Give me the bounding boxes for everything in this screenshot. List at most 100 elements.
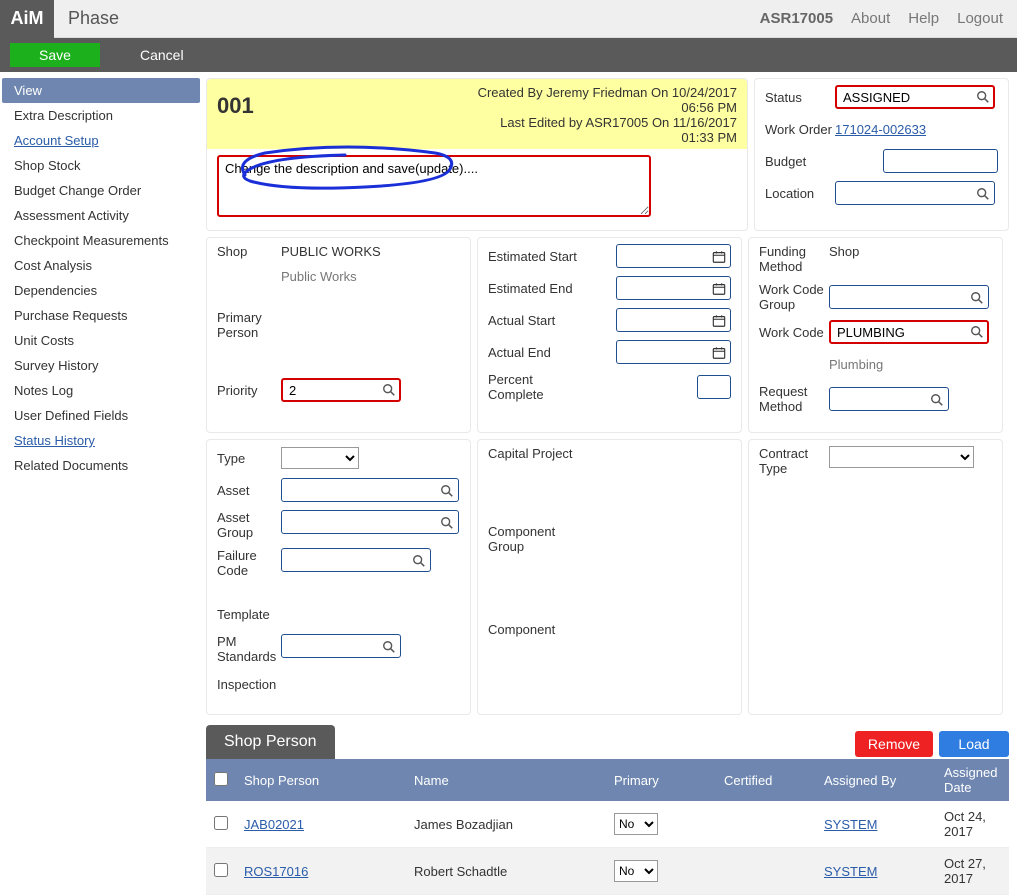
est-start-date[interactable] xyxy=(616,244,731,268)
select-all-checkbox[interactable] xyxy=(214,772,228,786)
sidebar-item[interactable]: Checkpoint Measurements xyxy=(2,228,200,253)
asset-lookup[interactable] xyxy=(281,478,459,502)
shop-person-link[interactable]: ROS17016 xyxy=(244,864,308,879)
type-select[interactable] xyxy=(281,447,359,469)
budget-input[interactable] xyxy=(883,149,998,173)
wcg-input[interactable] xyxy=(829,285,989,309)
sidebar-item[interactable]: Budget Change Order xyxy=(2,178,200,203)
budget-lookup[interactable] xyxy=(883,149,998,173)
about-link[interactable]: About xyxy=(851,10,890,27)
app-logo: AiM xyxy=(0,0,54,38)
row-checkbox[interactable] xyxy=(214,863,228,877)
search-icon[interactable] xyxy=(382,638,396,654)
pm-standards-label: PM Standards xyxy=(217,634,281,664)
sidebar-item[interactable]: User Defined Fields xyxy=(2,403,200,428)
logo-text-b: M xyxy=(29,8,44,29)
sidebar-view-header[interactable]: View xyxy=(2,78,200,103)
failure-lookup[interactable] xyxy=(281,548,431,572)
description-input[interactable] xyxy=(217,155,651,217)
search-icon[interactable] xyxy=(382,381,396,397)
calendar-icon[interactable] xyxy=(712,280,726,296)
search-icon[interactable] xyxy=(976,88,990,104)
sidebar-item[interactable]: Shop Stock xyxy=(2,153,200,178)
act-end-date[interactable] xyxy=(616,340,731,364)
location-input[interactable] xyxy=(835,181,995,205)
wc-input[interactable] xyxy=(829,320,989,344)
req-method-label: Request Method xyxy=(759,384,829,414)
logout-link[interactable]: Logout xyxy=(957,10,1003,27)
header-panel: 001 Created By Jeremy Friedman On 10/24/… xyxy=(206,78,748,231)
save-button[interactable]: Save xyxy=(10,43,100,67)
search-icon[interactable] xyxy=(440,514,454,530)
primary-select[interactable]: No xyxy=(614,813,658,835)
priority-label: Priority xyxy=(217,383,281,398)
search-icon[interactable] xyxy=(976,185,990,201)
status-lookup[interactable] xyxy=(835,85,995,109)
capital-label: Capital Project xyxy=(488,446,578,461)
pm-standards-lookup[interactable] xyxy=(281,634,401,658)
req-method-lookup[interactable] xyxy=(829,387,949,411)
remove-button[interactable]: Remove xyxy=(855,731,933,757)
cancel-button[interactable]: Cancel xyxy=(140,47,184,63)
col-certified: Certified xyxy=(716,759,816,801)
failure-input[interactable] xyxy=(281,548,431,572)
row-name: James Bozadjian xyxy=(406,801,606,848)
pct-complete-input[interactable] xyxy=(697,375,731,399)
sidebar-item[interactable]: Survey History xyxy=(2,353,200,378)
sidebar-item[interactable]: Assessment Activity xyxy=(2,203,200,228)
location-lookup[interactable] xyxy=(835,181,995,205)
calendar-icon[interactable] xyxy=(712,312,726,328)
assigned-by-link[interactable]: SYSTEM xyxy=(824,817,877,832)
help-link[interactable]: Help xyxy=(908,10,939,27)
table-row: JAB02021James BozadjianNoSYSTEMOct 24, 2… xyxy=(206,801,1009,848)
shop-person-link[interactable]: JAB02021 xyxy=(244,817,304,832)
sidebar-item[interactable]: Status History xyxy=(2,428,200,453)
phase-number: 001 xyxy=(217,85,478,145)
sidebar-item[interactable]: Unit Costs xyxy=(2,328,200,353)
contract-panel: Contract Type xyxy=(748,439,1003,715)
shop-person-tab: Shop Person xyxy=(206,725,335,759)
search-icon[interactable] xyxy=(970,289,984,305)
sidebar-item[interactable]: Related Documents xyxy=(2,453,200,478)
search-icon[interactable] xyxy=(930,391,944,407)
act-start-date[interactable] xyxy=(616,308,731,332)
funding-value: Shop xyxy=(829,244,859,259)
shop-person-section: Shop Person Remove Load Shop Person Name… xyxy=(206,725,1009,895)
act-start-label: Actual Start xyxy=(488,313,578,328)
est-end-date[interactable] xyxy=(616,276,731,300)
primary-person-label: Primary Person xyxy=(217,310,281,340)
wc-lookup[interactable] xyxy=(829,320,989,344)
sidebar-item[interactable]: Purchase Requests xyxy=(2,303,200,328)
search-icon[interactable] xyxy=(412,552,426,568)
wc-sub: Plumbing xyxy=(829,357,883,372)
load-button[interactable]: Load xyxy=(939,731,1009,757)
col-name: Name xyxy=(406,759,606,801)
calendar-icon[interactable] xyxy=(712,344,726,360)
phase-header: 001 Created By Jeremy Friedman On 10/24/… xyxy=(207,79,747,149)
sidebar-item[interactable]: Dependencies xyxy=(2,278,200,303)
sidebar-item[interactable]: Notes Log xyxy=(2,378,200,403)
created-by: Created By Jeremy Friedman On 10/24/2017 xyxy=(478,85,737,100)
status-input[interactable] xyxy=(835,85,995,109)
sidebar-item[interactable]: Cost Analysis xyxy=(2,253,200,278)
asset-group-input[interactable] xyxy=(281,510,459,534)
sidebar-item[interactable]: Account Setup xyxy=(2,128,200,153)
assigned-by-link[interactable]: SYSTEM xyxy=(824,864,877,879)
primary-select[interactable]: No xyxy=(614,860,658,882)
asset-input[interactable] xyxy=(281,478,459,502)
search-icon[interactable] xyxy=(970,323,984,339)
funding-panel: Funding Method Shop Work Code Group Work… xyxy=(748,237,1003,433)
row-date: Oct 27, 2017 xyxy=(936,848,1009,895)
current-user[interactable]: ASR17005 xyxy=(760,10,833,27)
priority-lookup[interactable] xyxy=(281,378,401,402)
work-order-link[interactable]: 171024-002633 xyxy=(835,122,926,137)
sidebar-item[interactable]: Extra Description xyxy=(2,103,200,128)
location-label: Location xyxy=(765,186,835,201)
wcg-lookup[interactable] xyxy=(829,285,989,309)
shop-value: PUBLIC WORKS xyxy=(281,244,381,259)
asset-group-lookup[interactable] xyxy=(281,510,459,534)
contract-type-select[interactable] xyxy=(829,446,974,468)
calendar-icon[interactable] xyxy=(712,248,726,264)
row-checkbox[interactable] xyxy=(214,816,228,830)
search-icon[interactable] xyxy=(440,482,454,498)
